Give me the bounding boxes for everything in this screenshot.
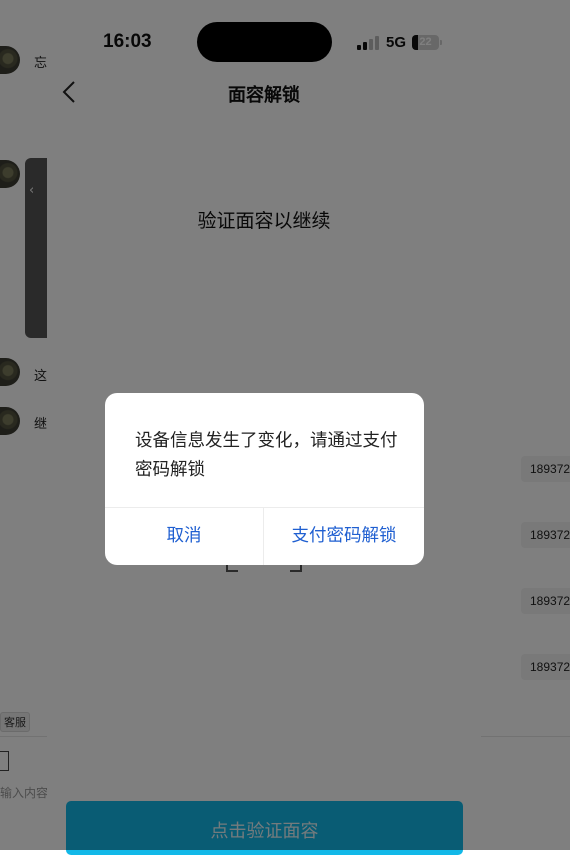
unlock-dialog: 设备信息发生了变化，请通过支付密码解锁 取消 支付密码解锁 bbox=[105, 393, 424, 565]
cancel-button[interactable]: 取消 bbox=[105, 508, 263, 565]
pay-password-unlock-button[interactable]: 支付密码解锁 bbox=[264, 508, 424, 565]
dialog-message: 设备信息发生了变化，请通过支付密码解锁 bbox=[135, 431, 398, 480]
